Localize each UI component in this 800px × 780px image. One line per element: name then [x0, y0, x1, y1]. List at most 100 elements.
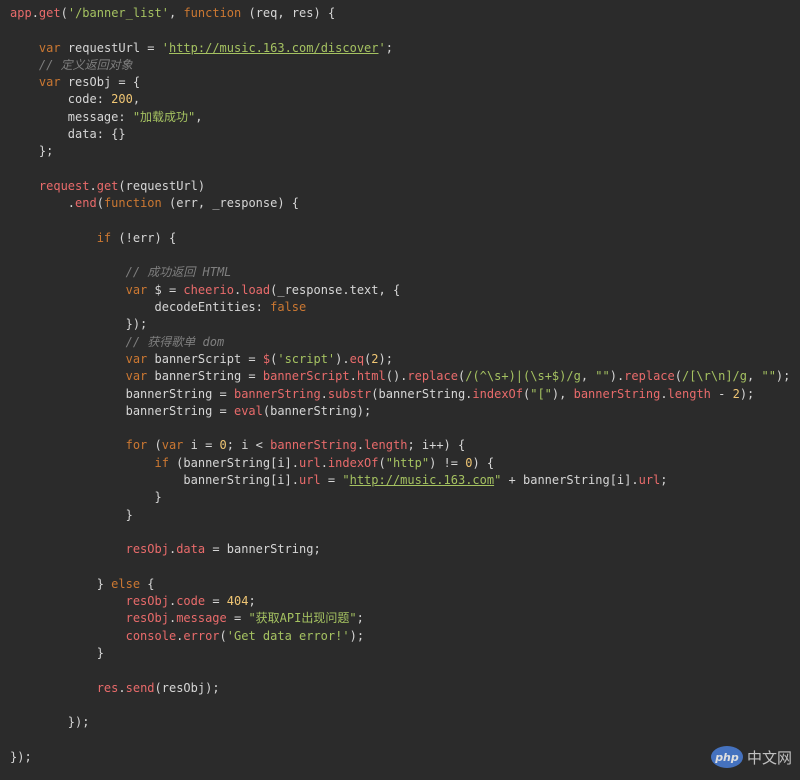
code-token: length — [667, 386, 711, 401]
code-line: } — [10, 645, 800, 662]
code-token: ( — [674, 369, 682, 384]
code-token: request — [38, 178, 90, 193]
code-token: 0 — [219, 438, 227, 453]
code-token: var — [125, 351, 148, 366]
code-token: 404 — [226, 594, 249, 609]
code-token: (resObj); — [154, 680, 220, 695]
code-token: }); — [10, 715, 90, 730]
code-line: } — [10, 507, 800, 524]
code-token: $ = — [147, 282, 184, 297]
code-token: bannerString[i]. — [10, 473, 299, 488]
code-token: 200 — [111, 92, 133, 107]
code-token: eq — [349, 351, 365, 366]
code-token: else — [111, 576, 141, 591]
code-token: var — [38, 40, 61, 55]
code-token: ). — [335, 351, 350, 366]
code-token: resObj — [125, 542, 169, 557]
code-token: i = — [183, 438, 220, 453]
code-token: ) { — [472, 455, 495, 470]
code-token: (err, _response) { — [161, 196, 300, 211]
code-token: , — [195, 109, 203, 124]
code-line: // 获得歌单 dom — [10, 334, 800, 351]
code-token: /[\r\n]/g — [681, 369, 748, 384]
code-token: = bannerString; — [205, 542, 321, 557]
code-line: res.send(resObj); — [10, 680, 800, 697]
code-token: 2 — [371, 351, 379, 366]
code-token: "获取API出现问题" — [248, 611, 357, 626]
code-token: , — [169, 6, 184, 20]
code-token: ; — [660, 473, 668, 488]
code-token: code: — [10, 92, 112, 107]
code-token: (bannerString. — [371, 386, 473, 401]
code-token: var — [161, 438, 184, 453]
code-token: 'script' — [277, 351, 336, 366]
code-token: // 定义返回对象 — [10, 57, 133, 72]
code-token: for — [125, 438, 148, 453]
code-token: resObj — [125, 611, 169, 626]
code-token: (bannerString); — [262, 403, 372, 418]
code-token: var — [125, 282, 148, 297]
code-line: var bannerString = bannerScript.html().r… — [10, 368, 800, 385]
code-token[interactable]: http://music.163.com — [350, 473, 495, 487]
code-token: - — [710, 386, 733, 401]
code-token: (bannerString[i]. — [168, 455, 299, 470]
code-token: . — [660, 386, 668, 401]
code-token: ; i < — [226, 438, 271, 453]
code-token: indexOf — [472, 386, 523, 401]
code-token: (!err) { — [111, 230, 177, 245]
code-token: decodeEntities: — [10, 300, 271, 315]
code-line: console.error('Get data error!'); — [10, 628, 800, 645]
code-token[interactable]: http://music.163.com/discover — [169, 41, 379, 55]
code-line: }); — [10, 749, 800, 766]
code-token: resObj — [125, 594, 169, 609]
code-token: end — [75, 196, 97, 211]
code-token: eval — [233, 403, 263, 418]
code-line: } — [10, 489, 800, 506]
code-token: } — [10, 490, 162, 505]
code-token: bannerString = — [10, 403, 234, 418]
code-editor[interactable]: app.get('/banner_list', function (req, r… — [0, 0, 800, 780]
code-line: // 定义返回对象 — [10, 57, 800, 74]
code-token: ); — [739, 386, 755, 401]
code-token: load — [241, 282, 271, 297]
code-token: ( — [147, 438, 162, 453]
code-line: app.get('/banner_list', function (req, r… — [10, 5, 800, 22]
code-token: (req, res) { — [241, 6, 336, 20]
code-token: . — [10, 196, 76, 211]
code-line: var bannerScript = $('script').eq(2); — [10, 351, 800, 368]
code-token: . — [118, 680, 126, 695]
code-token: bannerString — [573, 386, 661, 401]
code-token: if — [96, 230, 112, 245]
code-token: . — [349, 369, 357, 384]
code-token: , — [747, 369, 762, 384]
code-token: var — [125, 369, 148, 384]
code-line: }; — [10, 143, 800, 160]
code-token: "[" — [530, 386, 552, 401]
watermark: php 中文网 — [710, 742, 792, 772]
code-token: = — [226, 611, 249, 626]
code-token: url — [298, 473, 321, 488]
code-token: bannerString = — [10, 386, 234, 401]
code-token: data: {} — [10, 127, 126, 142]
code-token: , — [580, 369, 596, 384]
code-token: . — [320, 455, 328, 470]
code-line: var $ = cheerio.load(_response.text, { — [10, 282, 800, 299]
code-token: length — [364, 438, 408, 453]
code-token: }); — [10, 749, 32, 764]
watermark-text: 中文网 — [746, 748, 792, 767]
code-token: ; — [385, 40, 393, 55]
